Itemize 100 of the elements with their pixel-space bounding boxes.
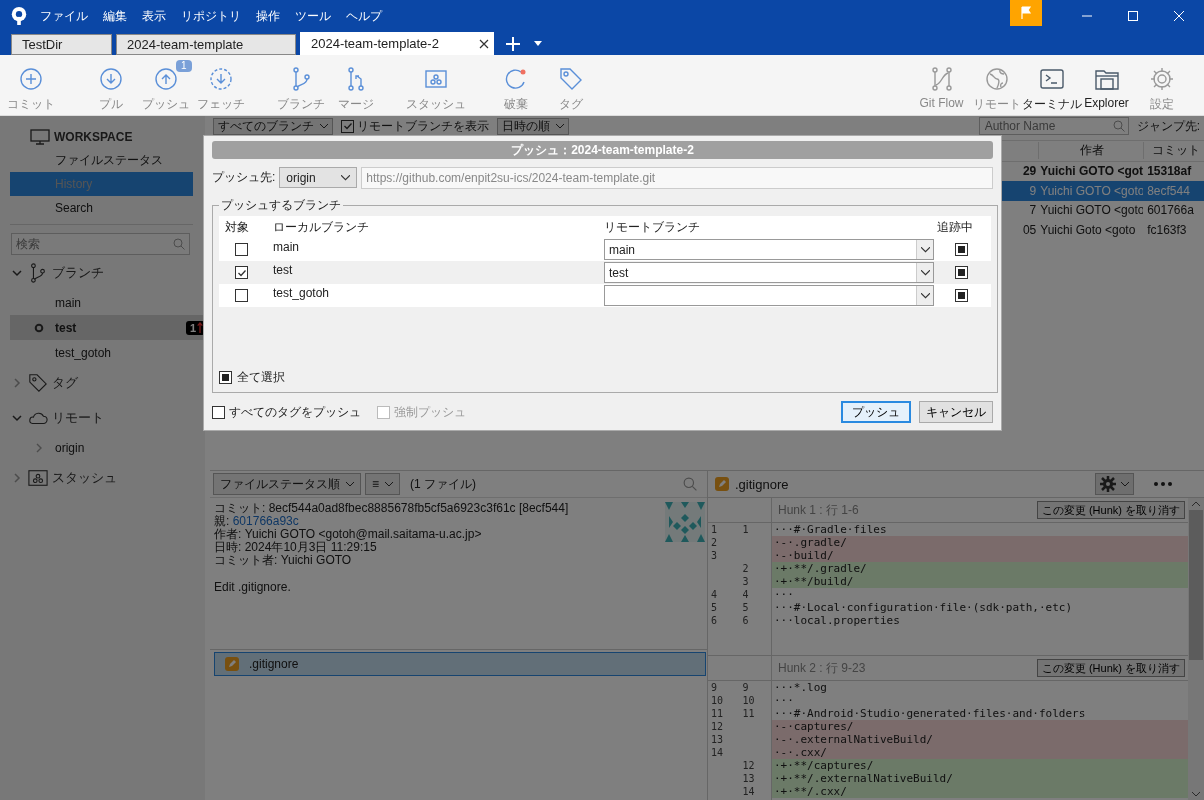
discard-hunk-button[interactable]: この変更 (Hunk) を取り消す <box>1036 659 1185 677</box>
view-dropdown[interactable]: ≡ <box>365 473 400 495</box>
menu-item[interactable]: ヘルプ <box>346 7 382 25</box>
author-search-field[interactable]: Author Name <box>978 117 1129 135</box>
menu-item[interactable]: 操作 <box>256 7 280 25</box>
remote-branch-dropdown[interactable] <box>604 285 934 306</box>
checkbox[interactable] <box>212 405 225 419</box>
menu-item[interactable]: ツール <box>295 7 331 25</box>
menu-item[interactable]: リポジトリ <box>181 7 241 25</box>
branch-item[interactable]: test_gotoh <box>55 345 112 360</box>
close-icon[interactable] <box>479 38 489 49</box>
line-number: 13 <box>711 734 724 745</box>
chevron-icon[interactable] <box>12 412 22 423</box>
search-icon <box>1112 120 1125 132</box>
caret-icon <box>320 123 328 129</box>
up-arrow-icon <box>197 322 203 333</box>
push-button[interactable]: プッシュ <box>841 401 911 423</box>
line-number: 6 <box>711 615 718 626</box>
checkbox-label: 全て選択 <box>237 369 285 386</box>
dropdown-icon[interactable] <box>534 41 542 46</box>
checkbox[interactable] <box>954 243 968 256</box>
remote-branch-dropdown[interactable]: test <box>604 262 934 283</box>
code-line: ···local.properties <box>773 614 901 627</box>
remote-dropdown[interactable]: origin <box>279 167 358 188</box>
table-cell-text: 9 <box>1028 183 1038 198</box>
line-number: 5 <box>711 602 718 613</box>
line-number: 1 <box>742 524 749 535</box>
commit-link[interactable]: 601766a93c <box>232 514 299 528</box>
table-cell-text: fc163f3 <box>1146 222 1188 237</box>
table-cell-text: Yuichi GOTO <got <box>1039 164 1144 179</box>
settings-dropdown[interactable] <box>1095 473 1134 495</box>
caret-icon <box>1121 481 1129 487</box>
column-header[interactable]: コミット <box>1142 142 1204 160</box>
menu-item[interactable]: 表示 <box>142 7 166 25</box>
checkbox[interactable] <box>235 289 248 302</box>
branch-filter-dropdown[interactable]: すべてのブランチ <box>213 117 333 135</box>
maximize-icon[interactable] <box>1128 11 1138 21</box>
group-title: プッシュするブランチ <box>220 197 342 214</box>
line-number: 5 <box>742 602 749 613</box>
column-header: 対象 <box>224 218 250 236</box>
line-number: 11 <box>711 708 724 719</box>
repo-tab[interactable]: 2024-team-template-2 <box>300 32 494 55</box>
table-cell-text: 601766a <box>1146 203 1195 218</box>
gear-icon <box>1100 476 1116 492</box>
repo-tab[interactable]: TestDir <box>11 34 112 55</box>
remote-branch-dropdown[interactable]: main <box>604 239 934 260</box>
line-number: 2 <box>711 537 718 548</box>
branch-item[interactable]: origin <box>55 440 85 455</box>
add-tab-icon[interactable] <box>506 37 520 51</box>
line-number: 6 <box>742 615 749 626</box>
branch-item[interactable]: main <box>55 295 81 310</box>
column-header[interactable]: 作者 <box>1037 142 1143 160</box>
search-field[interactable]: 検索 <box>11 233 190 255</box>
section-title[interactable]: ブランチ <box>52 263 104 282</box>
table-cell-text: 8ecf544 <box>1146 183 1191 198</box>
cancel-button[interactable]: キャンセル <box>919 401 993 423</box>
checkbox[interactable] <box>341 119 354 133</box>
scrollbar[interactable] <box>1188 498 1204 800</box>
line-number: 12 <box>742 760 755 771</box>
line-number: 4 <box>742 589 749 600</box>
checkbox[interactable] <box>235 266 248 279</box>
chevron-icon[interactable] <box>12 267 22 278</box>
table-cell-text: 29 <box>1021 164 1038 179</box>
branch-name: test <box>273 263 293 277</box>
checkbox[interactable] <box>954 289 968 302</box>
discard-hunk-button[interactable]: この変更 (Hunk) を取り消す <box>1036 501 1185 519</box>
section-title[interactable]: スタッシュ <box>52 468 117 487</box>
hunk-title: Hunk 2 : 行 9-23 <box>777 659 866 677</box>
repo-tab[interactable]: 2024-team-template <box>116 34 296 55</box>
detail-label: 日時: <box>214 540 242 554</box>
file-sort-dropdown[interactable]: ファイルステータス順 <box>213 473 361 495</box>
section-title[interactable]: タグ <box>52 373 78 392</box>
checkbox[interactable] <box>219 371 232 384</box>
section-title[interactable]: リモート <box>52 408 104 427</box>
url-field[interactable]: https://github.com/enpit2su-ics/2024-team-template.git <box>361 166 993 189</box>
caret-icon <box>920 269 930 276</box>
checkbox[interactable] <box>954 266 968 279</box>
line-number: 10 <box>742 695 755 706</box>
checkbox[interactable] <box>235 243 248 256</box>
caret-icon[interactable] <box>1191 501 1201 507</box>
branch-item[interactable]: test <box>55 320 77 335</box>
checkbox-label: リモートブランチを表示 <box>357 117 489 135</box>
menu-item[interactable]: ファイル <box>40 7 88 25</box>
sidebar-item[interactable]: Search <box>10 196 193 220</box>
line-number: 2 <box>742 563 749 574</box>
column-header: 追跡中 <box>936 218 974 236</box>
file-name: .gitignore <box>249 657 299 671</box>
caret-icon[interactable] <box>1191 791 1201 797</box>
menu-item[interactable]: 編集 <box>103 7 127 25</box>
line-number: 3 <box>742 576 749 587</box>
more-icon[interactable] <box>1154 482 1172 486</box>
monitor-icon <box>30 129 50 145</box>
table-cell-text: 15318af <box>1146 164 1193 179</box>
file-item[interactable]: .gitignore <box>214 652 706 676</box>
branch-name: main <box>273 240 299 254</box>
dialog-title: プッシュ：2024-team-template-2 <box>212 141 993 159</box>
sort-dropdown[interactable]: 日時の順 <box>497 117 569 135</box>
sidebar-item[interactable]: ファイルステータス <box>10 148 193 172</box>
code-line: ···*.log <box>773 681 828 694</box>
count-badge: 1 <box>175 60 192 72</box>
